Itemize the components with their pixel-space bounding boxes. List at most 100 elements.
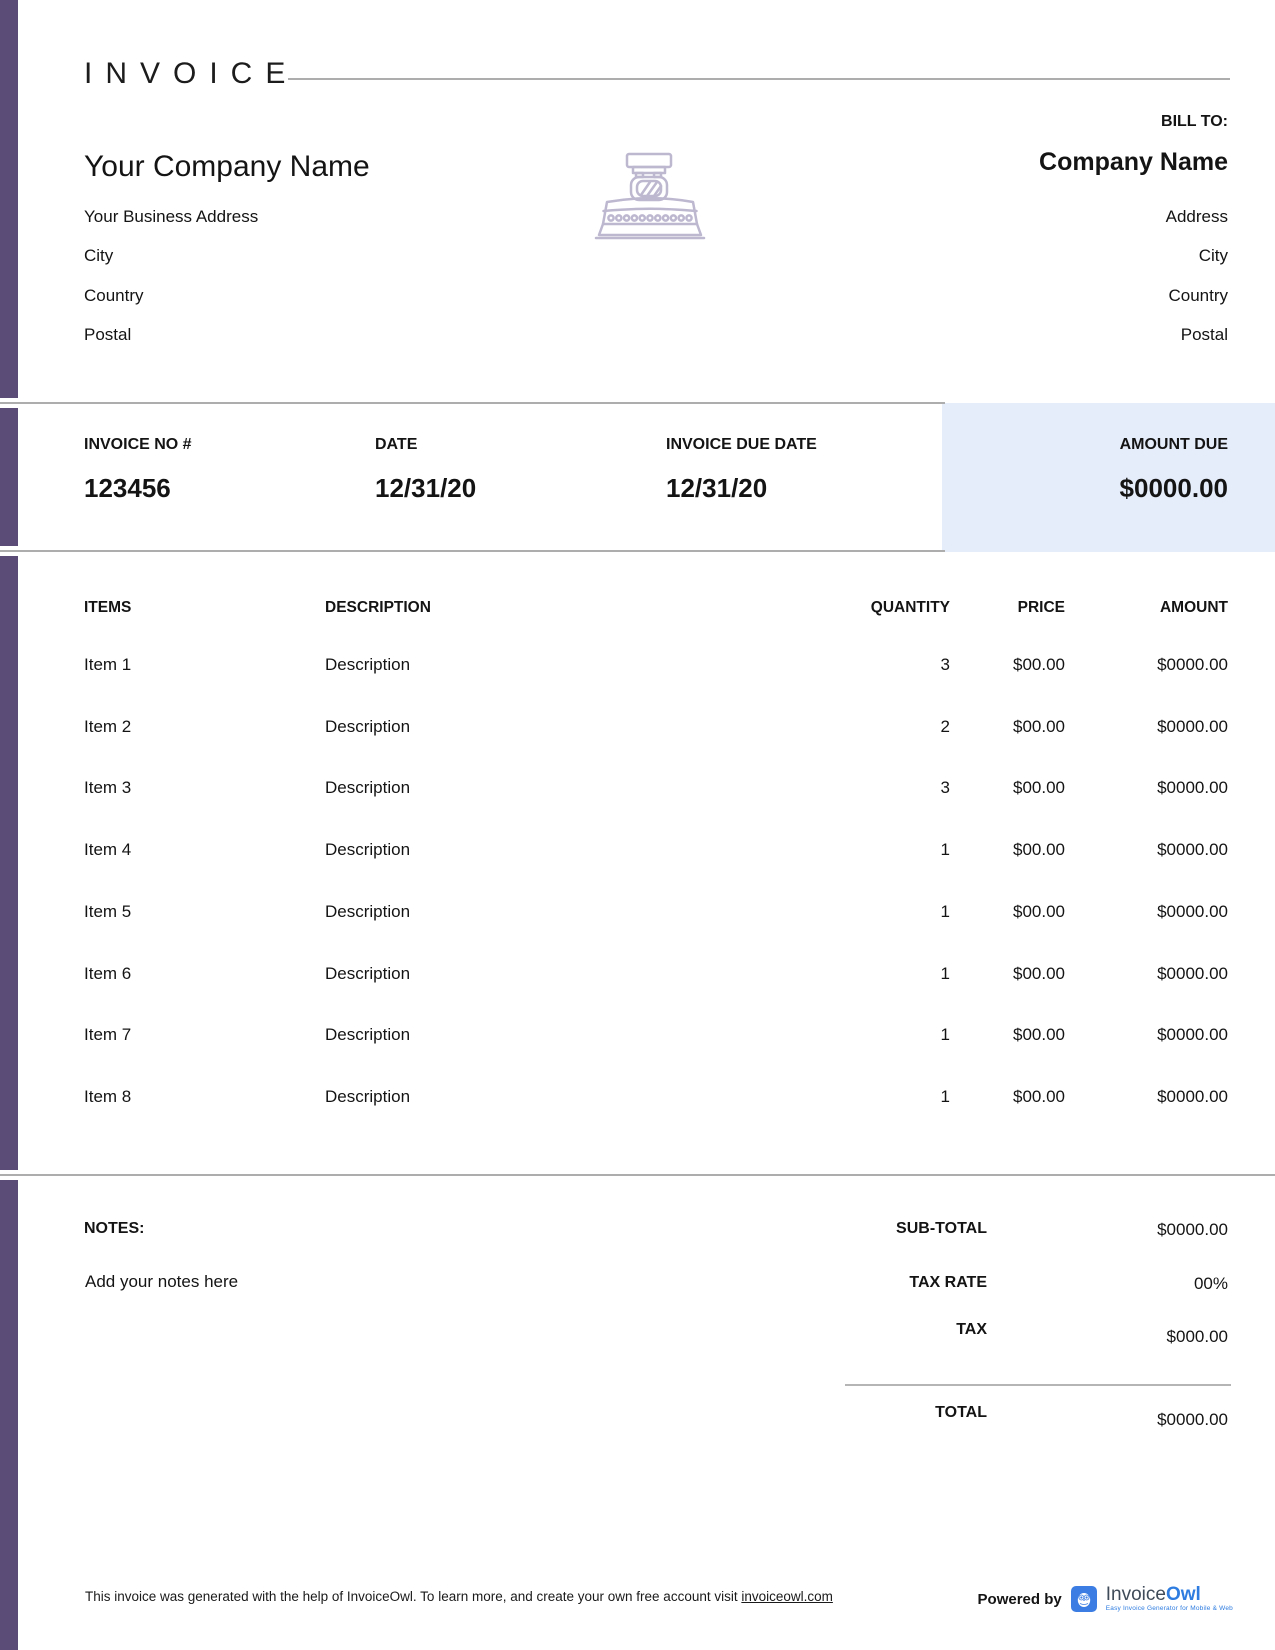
table-row: Item 3 Description 3 $00.00 $0000.00 xyxy=(0,778,1275,800)
tax-label: TAX xyxy=(956,1321,987,1339)
item-quantity: 1 xyxy=(941,964,950,984)
date-label: DATE xyxy=(375,436,417,454)
meta-top-rule xyxy=(0,402,945,404)
invoice-page: INVOICE Your Company Name Your Business … xyxy=(0,0,1275,1650)
notes-label: NOTES: xyxy=(84,1220,144,1238)
item-name: Item 3 xyxy=(84,778,131,798)
item-description: Description xyxy=(325,964,410,984)
total-rule xyxy=(845,1384,1231,1386)
bill-to-address: Address xyxy=(1166,207,1228,227)
total-label: TOTAL xyxy=(935,1404,987,1422)
col-header-amount: AMOUNT xyxy=(1160,599,1228,617)
item-quantity: 3 xyxy=(941,655,950,675)
item-description: Description xyxy=(325,1025,410,1045)
item-price: $00.00 xyxy=(1013,1087,1065,1107)
item-name: Item 2 xyxy=(84,717,131,737)
company-country: Country xyxy=(84,286,144,306)
item-name: Item 4 xyxy=(84,840,131,860)
amount-due-value: $0000.00 xyxy=(1120,473,1228,504)
total-value: $0000.00 xyxy=(1157,1410,1228,1430)
notes-body: Add your notes here xyxy=(85,1272,238,1292)
item-amount: $0000.00 xyxy=(1157,717,1228,737)
item-description: Description xyxy=(325,655,410,675)
item-quantity: 1 xyxy=(941,902,950,922)
invoice-no-label: INVOICE NO # xyxy=(84,436,192,454)
tax-rate-value: 00% xyxy=(1194,1274,1228,1294)
subtotal-label: SUB-TOTAL xyxy=(896,1220,987,1238)
table-row: Item 7 Description 1 $00.00 $0000.00 xyxy=(0,1025,1275,1047)
item-description: Description xyxy=(325,902,410,922)
item-amount: $0000.00 xyxy=(1157,1087,1228,1107)
item-amount: $0000.00 xyxy=(1157,902,1228,922)
company-name: Your Company Name xyxy=(84,150,370,184)
item-description: Description xyxy=(325,840,410,860)
item-description: Description xyxy=(325,778,410,798)
table-row: Item 2 Description 2 $00.00 $0000.00 xyxy=(0,717,1275,739)
bill-to-city: City xyxy=(1199,246,1228,266)
powered-by: Powered by Invoice Owl Easy Invoice Gene… xyxy=(978,1583,1233,1615)
company-city: City xyxy=(84,246,113,266)
owl-icon xyxy=(1071,1586,1097,1612)
cash-register-icon xyxy=(580,150,720,246)
item-description: Description xyxy=(325,1087,410,1107)
bill-to-postal: Postal xyxy=(1181,325,1228,345)
item-description: Description xyxy=(325,717,410,737)
item-price: $00.00 xyxy=(1013,902,1065,922)
item-name: Item 5 xyxy=(84,902,131,922)
table-row: Item 4 Description 1 $00.00 $0000.00 xyxy=(0,840,1275,862)
item-quantity: 1 xyxy=(941,840,950,860)
item-price: $00.00 xyxy=(1013,1025,1065,1045)
item-quantity: 1 xyxy=(941,1087,950,1107)
tax-rate-label: TAX RATE xyxy=(909,1274,987,1292)
powered-by-label: Powered by xyxy=(978,1591,1062,1608)
footer-note-text: This invoice was generated with the help… xyxy=(85,1589,741,1604)
invoiceowl-link[interactable]: invoiceowl.com xyxy=(741,1589,833,1604)
company-address: Your Business Address xyxy=(84,207,258,227)
date-value: 12/31/20 xyxy=(375,473,476,504)
table-row: Item 5 Description 1 $00.00 $0000.00 xyxy=(0,902,1275,924)
invoiceowl-logo: Invoice Owl Easy Invoice Generator for M… xyxy=(1106,1585,1233,1613)
bill-to-label: BILL TO: xyxy=(1161,113,1228,131)
items-bottom-rule xyxy=(0,1174,1275,1176)
due-date-label: INVOICE DUE DATE xyxy=(666,436,817,454)
title-rule xyxy=(288,78,1230,80)
logo-invoice-text: Invoice xyxy=(1106,1585,1166,1604)
logo-owl-text: Owl xyxy=(1166,1585,1201,1604)
item-price: $00.00 xyxy=(1013,717,1065,737)
invoice-no-value: 123456 xyxy=(84,473,171,504)
col-header-items: ITEMS xyxy=(84,599,131,617)
col-header-quantity: QUANTITY xyxy=(871,599,950,617)
item-amount: $0000.00 xyxy=(1157,778,1228,798)
table-row: Item 1 Description 3 $00.00 $0000.00 xyxy=(0,655,1275,677)
item-price: $00.00 xyxy=(1013,655,1065,675)
table-row: Item 8 Description 1 $00.00 $0000.00 xyxy=(0,1087,1275,1109)
item-price: $00.00 xyxy=(1013,778,1065,798)
item-amount: $0000.00 xyxy=(1157,840,1228,860)
item-quantity: 2 xyxy=(941,717,950,737)
accent-bar xyxy=(0,0,18,1650)
item-name: Item 6 xyxy=(84,964,131,984)
item-quantity: 3 xyxy=(941,778,950,798)
item-name: Item 8 xyxy=(84,1087,131,1107)
due-date-value: 12/31/20 xyxy=(666,473,767,504)
subtotal-value: $0000.00 xyxy=(1157,1220,1228,1240)
company-postal: Postal xyxy=(84,325,131,345)
table-row: Item 6 Description 1 $00.00 $0000.00 xyxy=(0,964,1275,986)
item-quantity: 1 xyxy=(941,1025,950,1045)
meta-bottom-rule xyxy=(0,550,945,552)
bill-to-company-name: Company Name xyxy=(1039,148,1228,177)
logo-tagline: Easy Invoice Generator for Mobile & Web xyxy=(1106,1606,1233,1613)
footer-note: This invoice was generated with the help… xyxy=(85,1589,833,1604)
tax-value: $000.00 xyxy=(1167,1327,1228,1347)
col-header-price: PRICE xyxy=(1018,599,1065,617)
item-amount: $0000.00 xyxy=(1157,964,1228,984)
item-price: $00.00 xyxy=(1013,964,1065,984)
item-name: Item 7 xyxy=(84,1025,131,1045)
item-name: Item 1 xyxy=(84,655,131,675)
item-amount: $0000.00 xyxy=(1157,655,1228,675)
bill-to-country: Country xyxy=(1168,286,1228,306)
item-amount: $0000.00 xyxy=(1157,1025,1228,1045)
item-price: $00.00 xyxy=(1013,840,1065,860)
col-header-description: DESCRIPTION xyxy=(325,599,431,617)
amount-due-label: AMOUNT DUE xyxy=(1120,436,1228,454)
